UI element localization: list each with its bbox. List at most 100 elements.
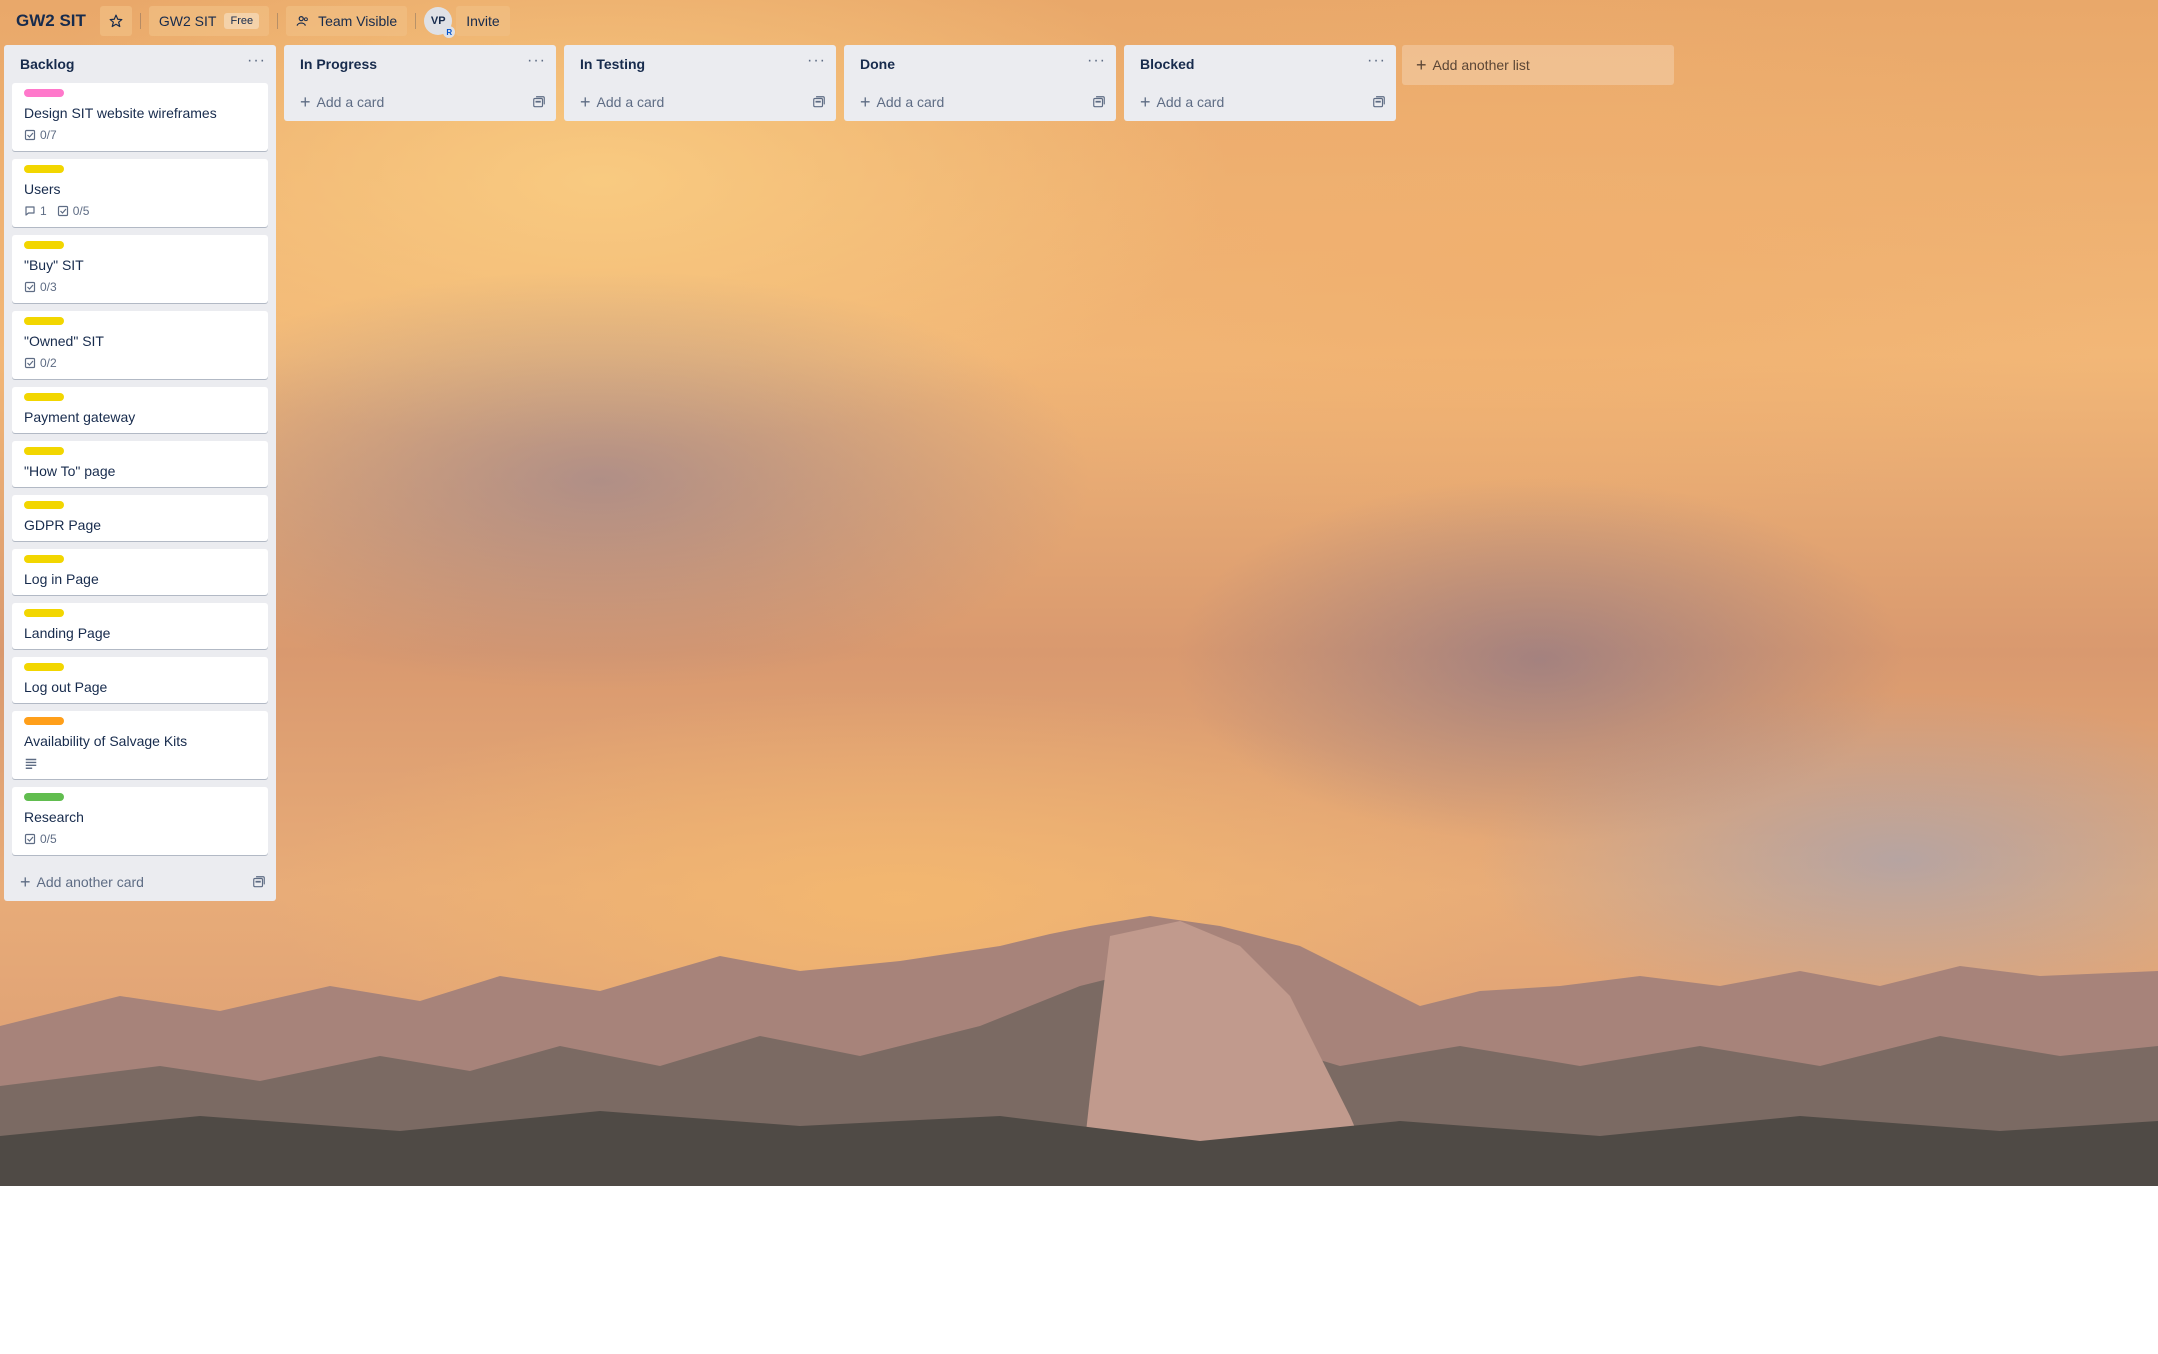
list-title[interactable]: Blocked: [1140, 56, 1194, 72]
card-badges: 0/3: [24, 275, 260, 299]
card-template-icon[interactable]: [1372, 95, 1386, 109]
board-background: [0, 0, 2158, 1186]
card-title: Availability of Salvage Kits: [24, 733, 188, 749]
add-card-label: Add a card: [316, 94, 385, 110]
checklist-icon: [24, 281, 36, 293]
card[interactable]: "Buy" SIT 0/3: [12, 235, 268, 303]
card-label[interactable]: [24, 793, 64, 801]
card-title: Log out Page: [24, 679, 108, 695]
card-title: GDPR Page: [24, 517, 102, 533]
list-header: Blocked ···: [1124, 45, 1396, 83]
ellipsis-icon[interactable]: ···: [1367, 53, 1386, 72]
plus-icon: +: [580, 92, 591, 112]
ellipsis-icon[interactable]: ···: [527, 53, 546, 72]
list-title[interactable]: In Testing: [580, 56, 645, 72]
plus-icon: +: [860, 92, 871, 112]
add-card-label: Add a card: [1156, 94, 1225, 110]
card-label[interactable]: [24, 317, 64, 325]
checklist-icon: [24, 357, 36, 369]
list-in-testing: In Testing ··· + Add a card: [564, 45, 836, 121]
card[interactable]: Log in Page: [12, 549, 268, 595]
checklist-icon: [24, 129, 36, 141]
card[interactable]: Research 0/5: [12, 787, 268, 855]
card-label[interactable]: [24, 393, 64, 401]
card[interactable]: GDPR Page: [12, 495, 268, 541]
card[interactable]: Log out Page: [12, 657, 268, 703]
list-header: Done ···: [844, 45, 1116, 83]
description-icon: [24, 756, 42, 770]
add-card-button[interactable]: + Add another card: [20, 873, 144, 891]
card-label[interactable]: [24, 717, 64, 725]
card-template-icon[interactable]: [812, 95, 826, 109]
invite-button[interactable]: Invite: [456, 6, 510, 36]
member-avatar[interactable]: VP R: [424, 7, 456, 38]
list-backlog: Backlog ··· Design SIT website wireframe…: [4, 45, 276, 901]
list-header: In Progress ···: [284, 45, 556, 83]
card[interactable]: Design SIT website wireframes 0/7: [12, 83, 268, 151]
card-label[interactable]: [24, 555, 64, 563]
list-in-progress: In Progress ··· + Add a card: [284, 45, 556, 121]
card[interactable]: Availability of Salvage Kits: [12, 711, 268, 779]
ellipsis-icon[interactable]: ···: [247, 53, 266, 72]
checklist-badge: 0/5: [57, 204, 90, 218]
card-badges: 0/2: [24, 351, 260, 375]
team-icon: [296, 14, 310, 28]
card-badges: [24, 751, 260, 775]
add-list-button[interactable]: + Add another list: [1402, 45, 1674, 85]
plus-icon: +: [300, 92, 311, 112]
header-divider: [139, 13, 141, 29]
star-icon: [109, 14, 123, 28]
add-list-label: Add another list: [1432, 57, 1530, 73]
card[interactable]: Payment gateway: [12, 387, 268, 433]
card-label[interactable]: [24, 447, 64, 455]
star-board-button[interactable]: [99, 6, 132, 36]
header-divider: [415, 13, 417, 29]
list-header: Backlog ···: [4, 45, 276, 83]
card-label[interactable]: [24, 241, 64, 249]
card-title: Design SIT website wireframes: [24, 105, 217, 121]
card[interactable]: Landing Page: [12, 603, 268, 649]
list-title[interactable]: Done: [860, 56, 895, 72]
checklist-count: 0/5: [72, 204, 90, 218]
checklist-count: 0/2: [40, 356, 57, 370]
mountains-image: [0, 916, 2158, 1186]
admin-badge: R: [443, 26, 456, 38]
add-card-button[interactable]: + Add a card: [1140, 92, 1225, 112]
card-label[interactable]: [24, 501, 64, 509]
card-badges: 0/7: [24, 123, 260, 147]
workspace-name: GW2 SIT: [158, 13, 217, 29]
card-label[interactable]: [24, 89, 64, 97]
card-label[interactable]: [24, 663, 64, 671]
plus-icon: +: [1140, 92, 1151, 112]
card-title: Research: [24, 809, 84, 825]
avatar-initials: VP: [430, 15, 446, 27]
add-card-row: + Add a card: [844, 83, 1116, 121]
card-title: Landing Page: [24, 625, 111, 641]
card-label[interactable]: [24, 609, 64, 617]
card[interactable]: "Owned" SIT 0/2: [12, 311, 268, 379]
add-card-button[interactable]: + Add a card: [580, 92, 664, 112]
list-title[interactable]: In Progress: [300, 56, 377, 72]
card-template-icon[interactable]: [252, 875, 266, 889]
visibility-button[interactable]: Team Visible: [286, 6, 408, 36]
comment-icon: [25, 206, 35, 216]
card-list: Design SIT website wireframes 0/7 Users 1 0/…: [4, 83, 276, 855]
card[interactable]: "How To" page: [12, 441, 268, 487]
card-template-icon[interactable]: [1092, 95, 1106, 109]
add-card-label: Add another card: [36, 874, 144, 890]
add-card-button[interactable]: + Add a card: [860, 92, 944, 112]
board-header: GW2 SIT GW2 SIT Free Team Visible VP R I…: [0, 0, 2158, 42]
add-card-button[interactable]: + Add a card: [300, 92, 385, 112]
card-template-icon[interactable]: [532, 95, 546, 109]
card-label[interactable]: [24, 165, 64, 173]
board-title[interactable]: GW2 SIT: [8, 5, 94, 37]
card-title: "Owned" SIT: [24, 333, 104, 349]
ellipsis-icon[interactable]: ···: [1087, 53, 1106, 72]
list-title[interactable]: Backlog: [20, 56, 74, 72]
card-badges: 0/5: [24, 827, 260, 851]
plus-icon: +: [1416, 55, 1427, 75]
checklist-badge: 0/2: [24, 356, 57, 370]
workspace-button[interactable]: GW2 SIT Free: [148, 6, 270, 36]
ellipsis-icon[interactable]: ···: [807, 53, 826, 72]
card[interactable]: Users 1 0/5: [12, 159, 268, 227]
